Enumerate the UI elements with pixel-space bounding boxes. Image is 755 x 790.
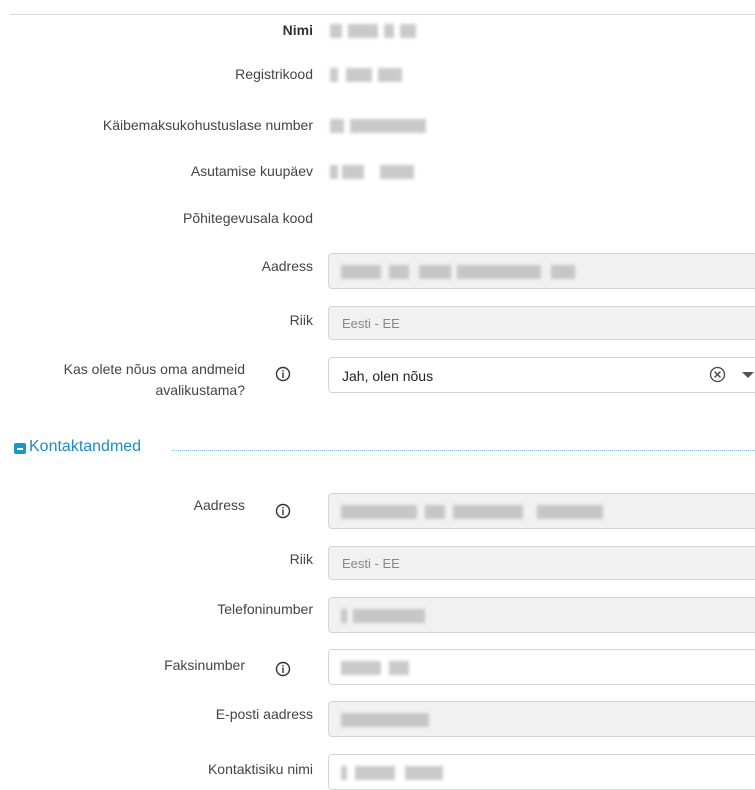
email-label: E-posti aadress xyxy=(215,706,313,722)
info-icon[interactable] xyxy=(275,366,291,382)
address-field[interactable] xyxy=(328,253,755,289)
fax-value-redacted xyxy=(341,661,431,675)
regcode-label: Registrikood xyxy=(235,66,313,82)
phone-value-redacted xyxy=(341,609,441,623)
country-value: Eesti - EE xyxy=(342,316,400,331)
founded-label: Asutamise kuupäev xyxy=(190,163,313,179)
contact-address-field[interactable] xyxy=(328,493,755,529)
contact-person-label: Kontaktisiku nimi xyxy=(207,761,313,777)
contact-section-title[interactable]: Kontaktandmed xyxy=(29,438,141,456)
name-value-redacted xyxy=(330,24,420,38)
name-label: Nimi xyxy=(282,22,313,38)
consent-select[interactable]: Jah, olen nõus xyxy=(328,357,755,393)
email-value-redacted xyxy=(341,713,441,727)
vat-label: Käibemaksukohustuslase number xyxy=(102,117,313,133)
phone-field[interactable] xyxy=(328,597,755,633)
contact-person-value-redacted xyxy=(341,766,451,780)
contact-address-value-redacted xyxy=(341,505,621,519)
activity-label: Põhitegevusala kood xyxy=(183,210,313,226)
fax-field[interactable] xyxy=(328,649,755,685)
contact-country-value: Eesti - EE xyxy=(342,556,400,571)
phone-label: Telefoninumber xyxy=(217,601,313,617)
contact-country-label: Riik xyxy=(289,551,313,567)
address-value-redacted xyxy=(341,265,601,279)
address-label: Aadress xyxy=(261,258,313,274)
info-icon[interactable] xyxy=(275,661,291,677)
contact-person-field[interactable] xyxy=(328,754,755,790)
section-divider xyxy=(172,450,755,451)
clear-icon[interactable] xyxy=(709,366,726,383)
contact-section-header[interactable]: Kontaktandmed xyxy=(14,438,755,460)
collapse-icon[interactable] xyxy=(14,443,26,454)
fax-label: Faksinumber xyxy=(164,657,245,673)
vat-value-redacted xyxy=(330,119,430,133)
contact-address-label: Aadress xyxy=(193,497,245,513)
contact-country-field[interactable]: Eesti - EE xyxy=(328,546,755,580)
chevron-down-icon[interactable] xyxy=(742,372,754,378)
email-field[interactable] xyxy=(328,701,755,737)
top-divider xyxy=(10,14,755,15)
info-icon[interactable] xyxy=(275,503,291,519)
country-field[interactable]: Eesti - EE xyxy=(328,306,755,340)
consent-label: Kas olete nõus oma andmeid avalikustama? xyxy=(63,361,245,398)
regcode-value-redacted xyxy=(330,68,410,82)
country-label: Riik xyxy=(289,312,313,328)
founded-value-redacted xyxy=(330,165,420,179)
consent-selected-value: Jah, olen nõus xyxy=(342,368,434,384)
